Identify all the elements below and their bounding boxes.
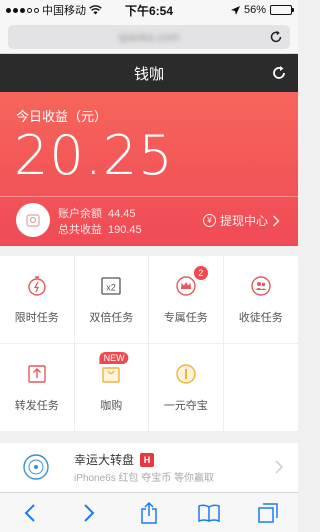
share-icon [141,501,157,524]
task-exclusive[interactable]: 2 专属任务 [149,256,224,344]
task-label: 一元夺宝 [163,399,208,412]
stopwatch-icon [28,275,46,296]
promo-subtitle: iPhone6s 红包 夺宝币 等你赢取 [74,473,215,484]
wifi-icon [89,5,102,15]
shopping-bag-icon [102,366,120,383]
task-label: 咖购 [100,399,123,412]
promo-title-row: 幸运大转盘 H [74,451,155,468]
balance-value: 44.45 [108,208,136,220]
total-label: 总共收益 [58,224,102,236]
hot-badge: H [140,452,155,467]
status-left: 中国移动 [6,2,116,18]
empty-cell [223,344,298,432]
status-time: 下午6:54 [124,3,174,18]
forward-button[interactable] [76,500,102,526]
page-title: 钱咖 [133,65,164,83]
battery-percent: 56% [243,4,266,16]
x2-icon: x2 [101,276,121,295]
task-grid: 限时任务 x2 双倍任务 2 专属任务 收徒任务 转发任务 NEW 咖购 一元夺… [0,256,298,432]
balance-summary: 账户余额 44.45 总共收益 190.45 [58,206,142,238]
disc-icon [23,454,49,480]
count-badge: 2 [193,266,208,280]
balance-label: 账户余额 [58,208,102,220]
task-limited-time[interactable]: 限时任务 [0,256,75,344]
yen-circle-icon: ¥ [202,214,216,227]
earnings-card: 今日收益（元） 20.25 账户余额 44.45 总共收益 190.45 ¥ 提… [0,92,298,246]
bookmarks-icon [197,503,220,522]
url-text: qianka.com [118,29,180,44]
avatar[interactable] [16,203,50,237]
signal-icon [6,7,39,13]
chevron-right-icon [275,460,284,474]
svg-text:x2: x2 [106,282,116,292]
status-right: 56% [182,4,294,16]
chevron-right-icon [273,215,280,226]
withdraw-center-link[interactable]: ¥ 提现中心 [202,212,280,229]
address-bar: qianka.com [0,20,298,54]
task-label: 双倍任务 [89,311,134,324]
task-one-yuan-treasure[interactable]: 一元夺宝 [149,344,224,432]
lucky-wheel-promo[interactable]: 幸运大转盘 H iPhone6s 红包 夺宝币 等你赢取 [0,442,298,492]
url-field[interactable]: qianka.com [8,24,290,49]
new-tag: NEW [99,352,129,364]
crown-icon [176,275,196,296]
task-apprentice[interactable]: 收徒任务 [223,256,298,344]
task-label: 转发任务 [14,399,59,412]
treasure-coin-icon [176,363,196,384]
bookmarks-button[interactable] [196,500,222,526]
back-button[interactable] [17,500,43,526]
task-double[interactable]: x2 双倍任务 [74,256,149,344]
divider [0,196,298,197]
total-value: 190.45 [108,224,142,236]
promo-title: 幸运大转盘 [74,453,135,467]
user-avatar-icon [26,214,40,227]
task-share[interactable]: 转发任务 [0,344,75,432]
apprentice-icon [251,275,271,296]
back-icon [24,503,35,522]
total-row: 总共收益 190.45 [58,222,142,238]
today-earnings-amount: 20.25 [14,124,174,187]
tabs-icon [258,502,278,523]
share-button[interactable] [136,500,162,526]
app-header: 钱咖 [0,54,298,92]
browser-toolbar [0,492,298,532]
location-arrow-icon [230,5,240,15]
withdraw-label: 提现中心 [219,214,268,228]
forward-icon [84,503,95,522]
task-label: 限时任务 [14,311,59,324]
task-label: 收徒任务 [238,311,283,324]
refresh-icon[interactable] [270,64,288,82]
battery-icon [270,5,294,15]
carrier-label: 中国移动 [42,5,86,17]
status-bar: 中国移动 下午6:54 56% [0,0,298,20]
task-kagou[interactable]: NEW 咖购 [74,344,149,432]
reload-icon[interactable] [268,29,284,45]
task-label: 专属任务 [163,311,208,324]
today-earnings-label: 今日收益（元） [16,109,108,124]
balance-row: 账户余额 44.45 [58,206,142,222]
tabs-button[interactable] [255,500,281,526]
share-icon [28,364,46,383]
